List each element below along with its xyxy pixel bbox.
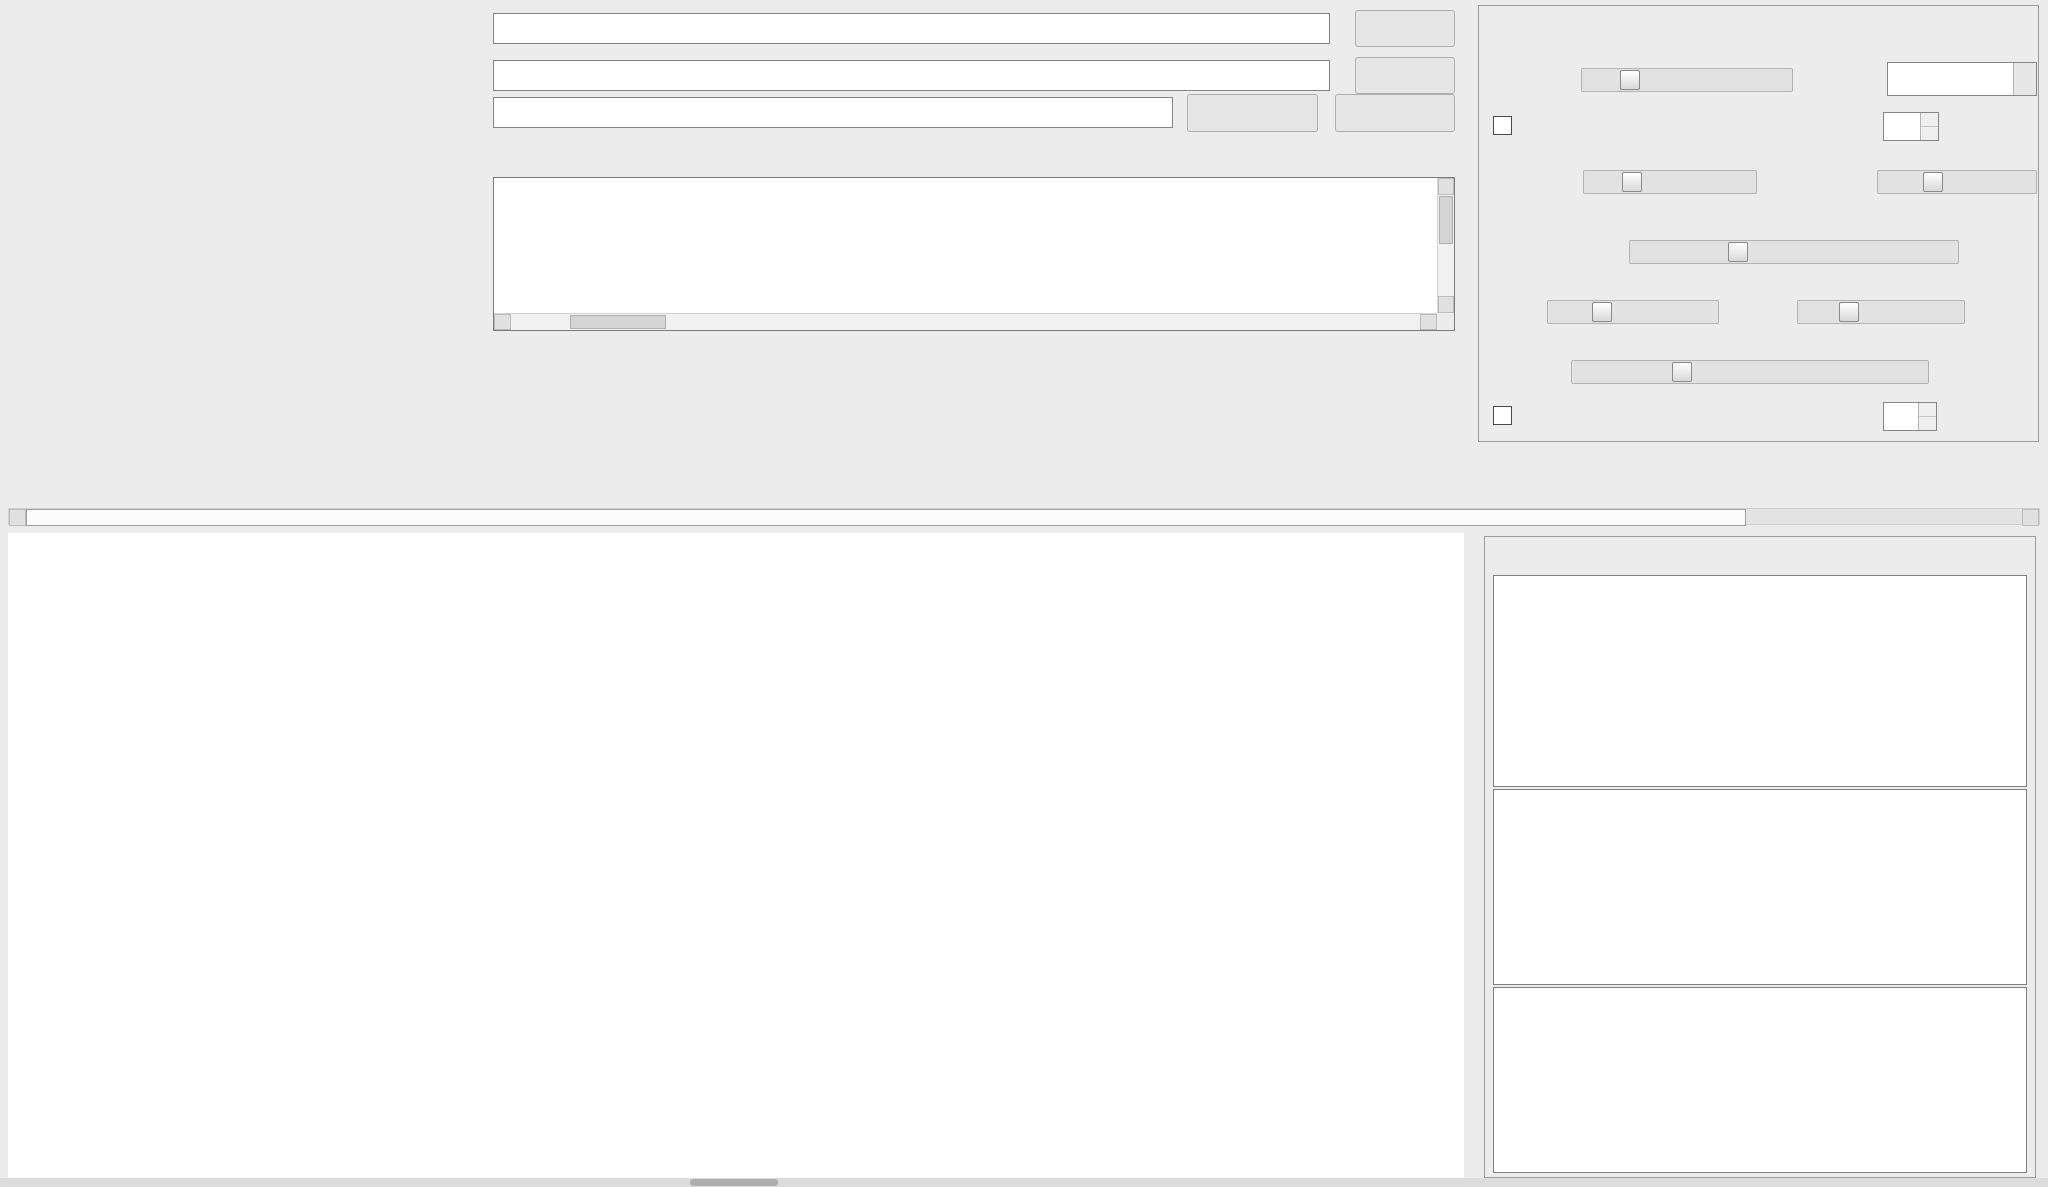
vscroll-thumb[interactable] xyxy=(1439,196,1453,244)
mlp-folder-input[interactable] xyxy=(493,97,1173,128)
stalling-profiles-chart xyxy=(8,538,1464,860)
slider-handle[interactable] xyxy=(1592,302,1612,322)
scroll-right-icon[interactable] xyxy=(1420,314,1437,330)
alpha-decay-slider[interactable] xyxy=(1581,68,1793,92)
hscroll-thumb[interactable] xyxy=(570,315,666,329)
slider-handle[interactable] xyxy=(1728,242,1748,262)
spin-up-icon[interactable] xyxy=(1921,113,1938,127)
stalling-prob-input[interactable] xyxy=(493,13,1330,44)
scrollbar-corner xyxy=(1437,313,1454,330)
scroll-up-icon[interactable] xyxy=(1438,178,1454,195)
toolbar-scrollbar[interactable] xyxy=(8,508,2040,525)
turn-coil-regions-box[interactable] xyxy=(1493,987,2027,1173)
bottom-scrollbar[interactable] xyxy=(0,1178,2048,1187)
beta-thr-slider[interactable] xyxy=(1797,300,1965,324)
bridge-gaps-spinbox[interactable] xyxy=(1883,402,1937,431)
browse-folder-button[interactable] xyxy=(1187,94,1318,132)
alpha-window-slider[interactable] xyxy=(1583,170,1757,194)
chevron-down-icon xyxy=(2013,63,2036,95)
moving-averages-plot xyxy=(8,862,1464,1178)
slider-handle[interactable] xyxy=(1839,302,1859,322)
sequence-hscrollbar[interactable] xyxy=(494,313,1437,330)
shift-spinbox[interactable] xyxy=(1883,112,1939,141)
coil-thr-slider[interactable] xyxy=(1571,360,1929,384)
parameters-panel xyxy=(1478,5,2039,442)
scroll-down-icon[interactable] xyxy=(1438,296,1454,313)
clear-button[interactable] xyxy=(1335,94,1455,132)
slider-handle[interactable] xyxy=(1923,172,1943,192)
normalize-checkbox[interactable] xyxy=(1493,116,1512,135)
scroll-right-icon[interactable] xyxy=(2022,509,2039,526)
method-select[interactable] xyxy=(1887,62,2037,96)
slider-handle[interactable] xyxy=(1672,362,1692,382)
scroll-left-icon[interactable] xyxy=(494,314,511,330)
toolbar-scroll-thumb[interactable] xyxy=(26,509,1746,526)
browse-stalling-button[interactable] xyxy=(1355,10,1455,47)
alpha-regions-box[interactable] xyxy=(1493,575,2027,787)
bottom-scroll-thumb[interactable] xyxy=(690,1179,778,1186)
sequence-vscrollbar[interactable] xyxy=(1437,178,1454,313)
slider-handle[interactable] xyxy=(1620,70,1640,90)
secondary-structure-panel xyxy=(1484,536,2036,1178)
stalling-plot xyxy=(8,538,1464,860)
spin-up-icon[interactable] xyxy=(1919,403,1936,417)
coil-window-slider[interactable] xyxy=(1629,240,1959,264)
sequence-text xyxy=(494,178,1437,313)
alpha-thr-slider[interactable] xyxy=(1547,300,1719,324)
compare-checkbox[interactable] xyxy=(1493,406,1512,425)
application-window xyxy=(0,0,2048,1187)
chou-fasman-chart xyxy=(8,862,1464,1178)
beta-window-slider[interactable] xyxy=(1877,170,2037,194)
spin-down-icon[interactable] xyxy=(1919,417,1936,430)
beta-regions-box[interactable] xyxy=(1493,789,2027,985)
toolbar xyxy=(8,460,2048,501)
spin-down-icon[interactable] xyxy=(1921,127,1938,140)
scroll-left-icon[interactable] xyxy=(9,509,26,526)
slider-handle[interactable] xyxy=(1622,172,1642,192)
browse-tables-button[interactable] xyxy=(1355,57,1455,94)
chou-fasman-input[interactable] xyxy=(493,60,1330,91)
sequence-textarea[interactable] xyxy=(493,177,1455,331)
